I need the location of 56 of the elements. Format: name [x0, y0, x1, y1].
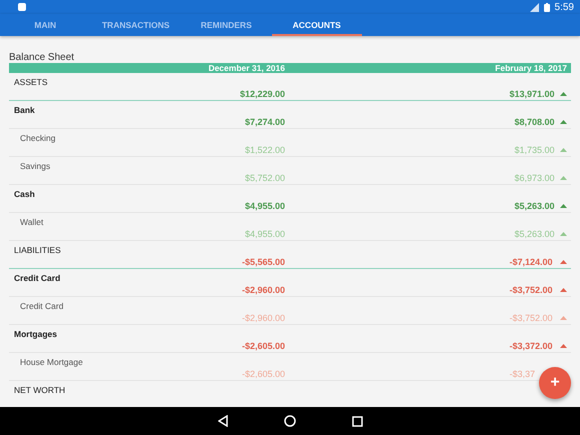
up-arrow-icon[interactable] [560, 316, 566, 320]
amount: $12,229.00 [240, 88, 285, 98]
amount: -$5,565.00 [242, 256, 285, 266]
amount: $6,973.00 [514, 172, 555, 182]
amount: $1,735.00 [514, 144, 555, 154]
amount: -$7,124.00 [509, 256, 554, 266]
up-arrow-icon[interactable] [560, 232, 566, 236]
amount: $4,955.00 [244, 200, 285, 210]
clock-time: 5:59 [554, 2, 574, 12]
account-name[interactable]: Bank [9, 105, 35, 115]
home-icon[interactable] [284, 415, 296, 427]
up-arrow-icon[interactable] [560, 288, 566, 292]
amount: $5,752.00 [244, 172, 285, 182]
back-icon[interactable] [218, 415, 228, 427]
account-name[interactable]: Credit Card [9, 301, 64, 311]
account-name[interactable]: LIABILITIES [9, 245, 61, 255]
amount: $5,263.00 [514, 200, 555, 210]
amount: -$2,605.00 [242, 368, 285, 378]
up-arrow-icon[interactable] [560, 176, 566, 180]
account-name[interactable]: Cash [9, 189, 35, 199]
up-arrow-icon[interactable] [560, 344, 566, 348]
up-arrow-icon[interactable] [560, 120, 566, 124]
account-name[interactable]: Credit Card [9, 273, 60, 283]
battery-icon [544, 2, 550, 12]
account-name[interactable]: Mortgages [9, 329, 57, 339]
up-arrow-icon[interactable] [560, 260, 566, 264]
up-arrow-icon[interactable] [560, 92, 566, 96]
amount: -$2,960.00 [242, 312, 285, 322]
account-name[interactable]: Savings [9, 161, 50, 171]
amount: -$2,960.00 [242, 284, 285, 294]
account-name[interactable]: Checking [9, 133, 56, 143]
amount: $5,263.00 [514, 228, 555, 238]
up-arrow-icon[interactable] [560, 148, 566, 152]
amount: -$3,752.00 [509, 312, 554, 322]
amount: $8,708.00 [514, 116, 555, 126]
amount: -$2,605.00 [242, 340, 285, 350]
signal-icon [530, 2, 539, 12]
amount: $4,955.00 [244, 228, 285, 238]
account-name[interactable]: House Mortgage [9, 357, 83, 367]
amount: $7,274.00 [244, 116, 285, 126]
notification-icon [18, 3, 26, 11]
column-heading: December 31, 2016 [207, 63, 285, 73]
amount: -$3,752.00 [509, 284, 554, 294]
add-button[interactable]: + [539, 367, 571, 399]
amount: -$3,37 [509, 368, 536, 378]
column-heading: February 18, 2017 [494, 63, 567, 73]
up-arrow-icon[interactable] [560, 204, 566, 208]
amount: $13,971.00 [509, 88, 555, 98]
account-name[interactable]: ASSETS [9, 77, 48, 87]
amount: $1,522.00 [244, 144, 285, 154]
page-title: Balance Sheet [9, 52, 76, 63]
recents-icon[interactable] [352, 416, 362, 426]
tab[interactable]: ACCOUNTS [272, 14, 362, 36]
account-name[interactable]: Wallet [9, 217, 44, 227]
amount: -$3,372.00 [509, 340, 554, 350]
account-name[interactable]: NET WORTH [9, 385, 66, 395]
